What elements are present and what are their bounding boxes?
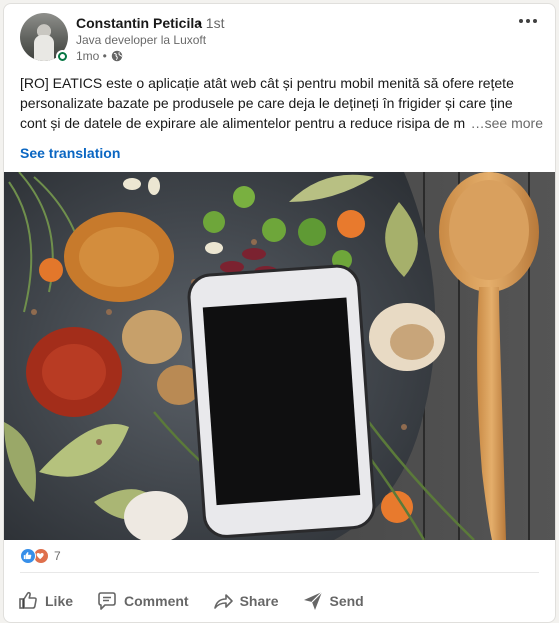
post-actions: Like Comment Share Send: [8, 589, 378, 613]
share-button[interactable]: Share: [203, 589, 279, 613]
comment-button[interactable]: Comment: [87, 589, 189, 613]
connection-degree: • 1st: [197, 15, 225, 31]
globe-icon: [111, 50, 123, 62]
reactions-summary[interactable]: 7: [20, 548, 61, 564]
comment-icon: [98, 592, 116, 610]
post-text-line: cont și de datele de expirare ale alimen…: [20, 115, 466, 131]
online-status-icon: [56, 50, 69, 63]
author-avatar-wrapper[interactable]: [20, 13, 69, 63]
send-button[interactable]: Send: [293, 589, 364, 613]
feed-post-card: Constantin Peticila • 1st Java developer…: [3, 3, 556, 623]
see-translation-link[interactable]: See translation: [20, 145, 120, 161]
share-icon: [213, 594, 233, 609]
post-time: 1mo •: [76, 49, 107, 63]
see-more-link[interactable]: …see more: [464, 113, 543, 133]
like-button[interactable]: Like: [8, 589, 73, 613]
reaction-count[interactable]: 7: [54, 549, 61, 563]
post-text-line-last: cont și de datele de expirare ale alimen…: [20, 113, 543, 133]
divider: [20, 572, 539, 573]
post-text-line: [RO] EATICS este o aplicație atât web câ…: [20, 75, 514, 91]
more-options-icon[interactable]: [516, 14, 540, 28]
author-name[interactable]: Constantin Peticila: [76, 15, 202, 31]
send-icon: [303, 591, 322, 610]
send-label: Send: [329, 593, 364, 609]
comment-label: Comment: [124, 593, 189, 609]
share-label: Share: [239, 593, 279, 609]
author-headline: Java developer la Luxoft: [76, 33, 207, 47]
like-label: Like: [45, 593, 74, 609]
post-image[interactable]: [4, 172, 556, 540]
post-meta: 1mo •: [76, 49, 123, 63]
post-text-line: personalizate bazate pe produsele pe car…: [20, 95, 513, 111]
thumbs-up-icon: [19, 591, 37, 609]
like-icon: [20, 548, 36, 564]
post-text: [RO] EATICS este o aplicație atât web câ…: [20, 73, 543, 133]
